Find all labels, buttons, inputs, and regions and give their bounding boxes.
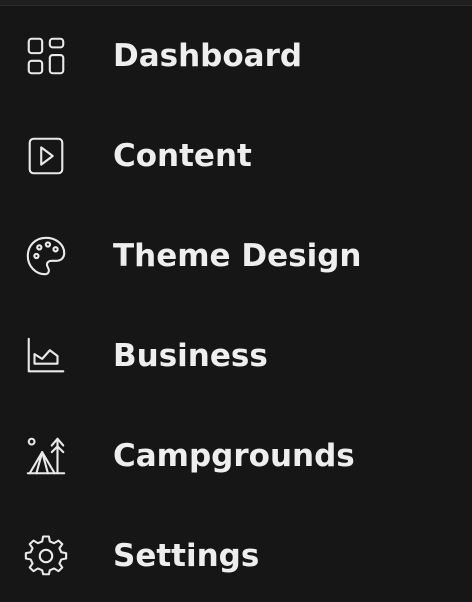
sidebar-item-theme-design[interactable]: Theme Design (0, 206, 472, 306)
sidebar-item-label: Dashboard (113, 38, 303, 74)
sidebar-item-label: Settings (113, 538, 260, 574)
palette-icon (22, 232, 70, 280)
dashboard-icon (22, 32, 70, 80)
campground-icon (22, 432, 70, 480)
sidebar-item-settings[interactable]: Settings (0, 506, 472, 602)
sidebar-item-campgrounds[interactable]: Campgrounds (0, 406, 472, 506)
sidebar-item-label: Campgrounds (113, 438, 355, 474)
sidebar-item-content[interactable]: Content (0, 106, 472, 206)
sidebar-item-label: Theme Design (113, 238, 362, 274)
sidebar-nav: Dashboard Content Theme Design Business … (0, 6, 472, 602)
sidebar-item-label: Business (113, 338, 268, 374)
sidebar-item-label: Content (113, 138, 252, 174)
sidebar-item-dashboard[interactable]: Dashboard (0, 6, 472, 106)
gear-icon (22, 532, 70, 580)
sidebar-item-business[interactable]: Business (0, 306, 472, 406)
chart-icon (22, 332, 70, 380)
play-square-icon (22, 132, 70, 180)
